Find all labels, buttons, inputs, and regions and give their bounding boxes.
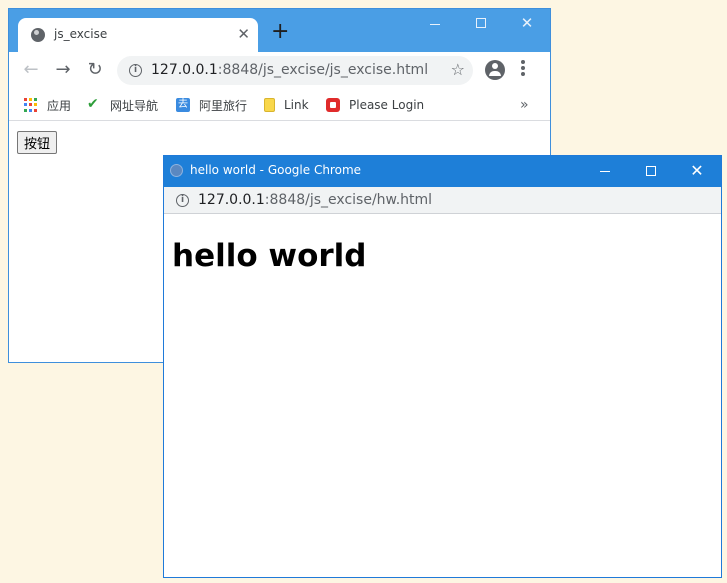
hao-icon: ✔	[87, 96, 99, 112]
popup-window-title: hello world - Google Chrome	[190, 163, 362, 177]
globe-icon	[31, 28, 45, 42]
apps-grid-dot	[29, 108, 32, 112]
popup-browser-window: hello world - Google Chrome ✕ i 127.0.0.…	[163, 155, 722, 578]
main-titlebar: js_excise ✕ + ✕	[9, 9, 550, 52]
bookmark-please-login[interactable]: Please Login	[326, 96, 424, 114]
url-host: 127.0.0.1	[151, 62, 218, 78]
apps-grid-dot	[29, 98, 32, 101]
popup-page-content: hello world	[164, 214, 721, 577]
apps-grid-dot	[24, 108, 27, 112]
apps-grid-dot	[24, 103, 27, 107]
minimize-icon	[430, 24, 440, 25]
maximize-icon	[476, 18, 486, 28]
apps-grid-dot	[29, 103, 32, 107]
bookmark-apps[interactable]: 应用	[24, 96, 71, 114]
page-button[interactable]: 按钮	[17, 131, 58, 154]
bookmark-label: 网址导航	[110, 98, 159, 113]
browser-toolbar: ← → ↻ i 127.0.0.1:8848/js_excise/js_exci…	[9, 52, 550, 88]
site-info-icon[interactable]: i	[176, 194, 189, 207]
site-info-icon[interactable]: i	[129, 64, 142, 77]
reload-button[interactable]: ↻	[83, 58, 107, 82]
address-url[interactable]: 127.0.0.1:8848/js_excise/js_excise.html	[151, 62, 428, 78]
folder-icon	[264, 98, 275, 112]
apps-grid-icon	[24, 98, 38, 112]
bookmark-label: Please Login	[349, 98, 425, 112]
popup-maximize-button[interactable]	[628, 156, 674, 187]
popup-url: 127.0.0.1:8848/js_excise/hw.html	[198, 192, 432, 208]
bookmark-link-folder[interactable]: Link	[264, 96, 309, 114]
bookmarks-overflow-button[interactable]: »	[520, 96, 529, 114]
ali-travel-icon: 去	[176, 98, 190, 112]
login-icon	[326, 98, 340, 112]
tab-title: js_excise	[54, 27, 108, 41]
bookmark-label: 阿里旅行	[199, 98, 248, 113]
bookmark-label: Link	[284, 98, 309, 112]
maximize-button[interactable]	[458, 9, 504, 39]
kebab-menu-icon[interactable]	[521, 60, 525, 78]
url-path: :8848/js_excise/hw.html	[264, 192, 433, 208]
bookmarks-bar: 应用 ✔ 网址导航 去 阿里旅行 Link Please Login »	[9, 88, 550, 121]
popup-globe-icon	[170, 164, 183, 177]
tab-close-icon[interactable]: ✕	[237, 25, 250, 43]
bookmark-label: 应用	[47, 98, 72, 113]
url-path: :8848/js_excise/js_excise.html	[217, 62, 429, 78]
popup-minimize-button[interactable]	[582, 156, 628, 187]
page-heading: hello world	[172, 238, 367, 274]
minimize-icon	[600, 171, 610, 172]
apps-grid-dot	[34, 103, 37, 107]
account-icon[interactable]	[485, 60, 505, 80]
apps-grid-dot	[34, 108, 37, 112]
url-host: 127.0.0.1	[198, 192, 265, 208]
bookmark-star-icon[interactable]: ☆	[451, 60, 465, 79]
bookmark-hao[interactable]: ✔ 网址导航	[87, 96, 158, 114]
bookmark-ali-travel[interactable]: 去 阿里旅行	[176, 96, 247, 114]
popup-close-button[interactable]: ✕	[674, 156, 720, 187]
forward-button[interactable]: →	[51, 58, 75, 82]
back-button[interactable]: ←	[19, 58, 43, 82]
close-window-button[interactable]: ✕	[504, 9, 550, 39]
minimize-button[interactable]	[412, 9, 458, 39]
address-bar[interactable]: i 127.0.0.1:8848/js_excise/js_excise.htm…	[117, 56, 473, 85]
new-tab-button[interactable]: +	[271, 21, 289, 43]
apps-grid-dot	[24, 98, 27, 101]
popup-address-bar: i 127.0.0.1:8848/js_excise/hw.html	[164, 187, 721, 214]
popup-titlebar: hello world - Google Chrome ✕	[164, 156, 721, 187]
tab-js-excise[interactable]: js_excise ✕	[18, 18, 258, 52]
apps-grid-dot	[34, 98, 37, 101]
maximize-icon	[646, 166, 656, 176]
